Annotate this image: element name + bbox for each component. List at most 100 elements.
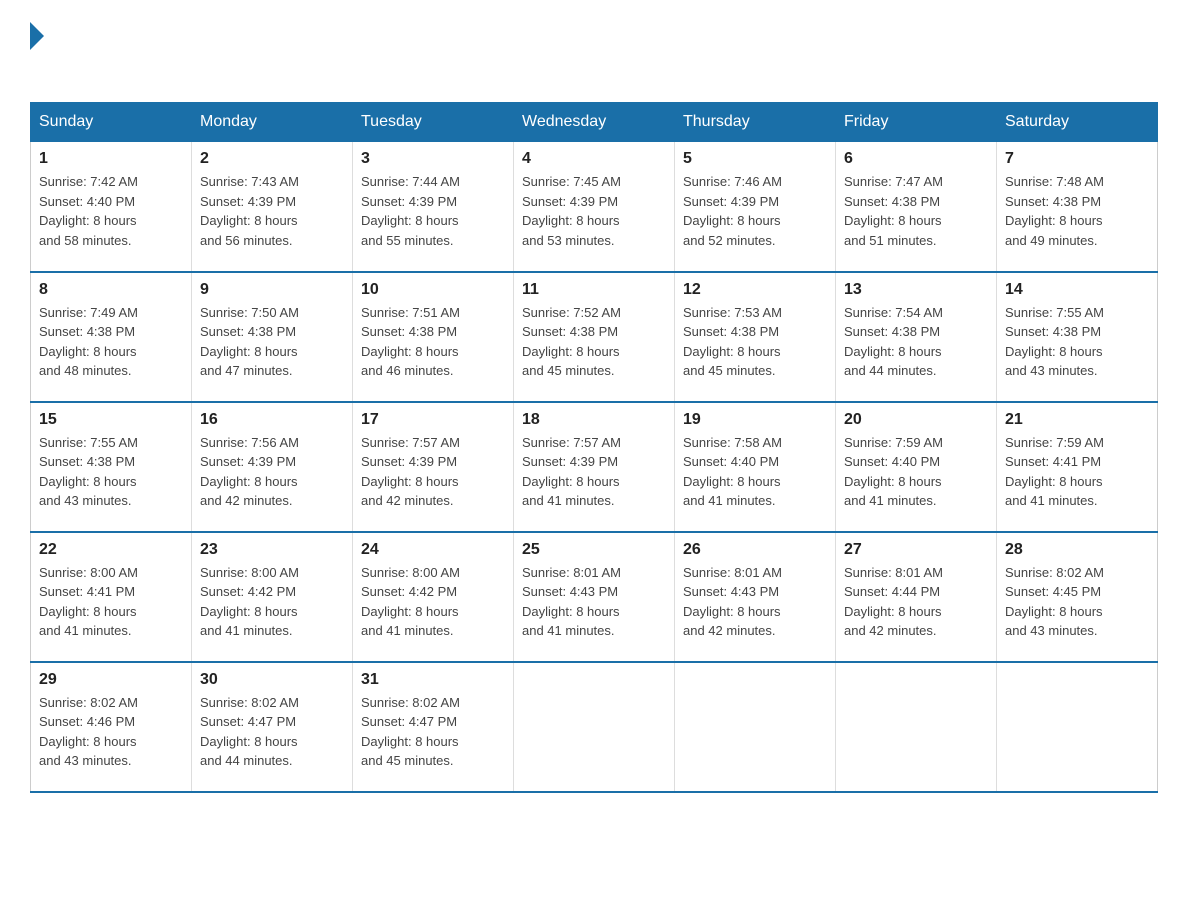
calendar-cell — [675, 662, 836, 792]
calendar-cell: 3 Sunrise: 7:44 AM Sunset: 4:39 PM Dayli… — [353, 142, 514, 272]
day-info: Sunrise: 7:55 AM Sunset: 4:38 PM Dayligh… — [39, 433, 183, 511]
calendar-cell: 14 Sunrise: 7:55 AM Sunset: 4:38 PM Dayl… — [997, 272, 1158, 402]
day-info: Sunrise: 7:53 AM Sunset: 4:38 PM Dayligh… — [683, 303, 827, 381]
calendar-cell: 10 Sunrise: 7:51 AM Sunset: 4:38 PM Dayl… — [353, 272, 514, 402]
calendar-cell: 31 Sunrise: 8:02 AM Sunset: 4:47 PM Dayl… — [353, 662, 514, 792]
day-number: 30 — [200, 671, 344, 689]
calendar-cell: 28 Sunrise: 8:02 AM Sunset: 4:45 PM Dayl… — [997, 532, 1158, 662]
day-info: Sunrise: 8:00 AM Sunset: 4:41 PM Dayligh… — [39, 563, 183, 641]
day-info: Sunrise: 8:00 AM Sunset: 4:42 PM Dayligh… — [200, 563, 344, 641]
calendar-cell: 9 Sunrise: 7:50 AM Sunset: 4:38 PM Dayli… — [192, 272, 353, 402]
day-info: Sunrise: 8:00 AM Sunset: 4:42 PM Dayligh… — [361, 563, 505, 641]
day-info: Sunrise: 7:54 AM Sunset: 4:38 PM Dayligh… — [844, 303, 988, 381]
day-number: 13 — [844, 281, 988, 299]
weekday-header-thursday: Thursday — [675, 103, 836, 142]
day-info: Sunrise: 7:57 AM Sunset: 4:39 PM Dayligh… — [361, 433, 505, 511]
day-number: 22 — [39, 541, 183, 559]
day-number: 12 — [683, 281, 827, 299]
calendar-cell: 1 Sunrise: 7:42 AM Sunset: 4:40 PM Dayli… — [31, 142, 192, 272]
day-number: 17 — [361, 411, 505, 429]
calendar-cell: 8 Sunrise: 7:49 AM Sunset: 4:38 PM Dayli… — [31, 272, 192, 402]
calendar-cell: 23 Sunrise: 8:00 AM Sunset: 4:42 PM Dayl… — [192, 532, 353, 662]
day-info: Sunrise: 7:57 AM Sunset: 4:39 PM Dayligh… — [522, 433, 666, 511]
calendar-week-row: 8 Sunrise: 7:49 AM Sunset: 4:38 PM Dayli… — [31, 272, 1158, 402]
day-number: 10 — [361, 281, 505, 299]
day-number: 28 — [1005, 541, 1149, 559]
calendar-week-row: 22 Sunrise: 8:00 AM Sunset: 4:41 PM Dayl… — [31, 532, 1158, 662]
calendar-cell: 12 Sunrise: 7:53 AM Sunset: 4:38 PM Dayl… — [675, 272, 836, 402]
day-info: Sunrise: 7:50 AM Sunset: 4:38 PM Dayligh… — [200, 303, 344, 381]
calendar-cell: 7 Sunrise: 7:48 AM Sunset: 4:38 PM Dayli… — [997, 142, 1158, 272]
weekday-header-tuesday: Tuesday — [353, 103, 514, 142]
day-info: Sunrise: 8:01 AM Sunset: 4:43 PM Dayligh… — [683, 563, 827, 641]
calendar-cell: 6 Sunrise: 7:47 AM Sunset: 4:38 PM Dayli… — [836, 142, 997, 272]
calendar-cell: 24 Sunrise: 8:00 AM Sunset: 4:42 PM Dayl… — [353, 532, 514, 662]
day-info: Sunrise: 7:59 AM Sunset: 4:40 PM Dayligh… — [844, 433, 988, 511]
day-number: 8 — [39, 281, 183, 299]
day-number: 15 — [39, 411, 183, 429]
calendar-cell: 30 Sunrise: 8:02 AM Sunset: 4:47 PM Dayl… — [192, 662, 353, 792]
calendar-week-row: 1 Sunrise: 7:42 AM Sunset: 4:40 PM Dayli… — [31, 142, 1158, 272]
day-info: Sunrise: 7:49 AM Sunset: 4:38 PM Dayligh… — [39, 303, 183, 381]
day-info: Sunrise: 8:01 AM Sunset: 4:44 PM Dayligh… — [844, 563, 988, 641]
day-number: 2 — [200, 150, 344, 168]
logo — [30, 20, 44, 82]
calendar-cell: 5 Sunrise: 7:46 AM Sunset: 4:39 PM Dayli… — [675, 142, 836, 272]
day-info: Sunrise: 7:58 AM Sunset: 4:40 PM Dayligh… — [683, 433, 827, 511]
day-number: 31 — [361, 671, 505, 689]
day-number: 29 — [39, 671, 183, 689]
day-info: Sunrise: 8:02 AM Sunset: 4:47 PM Dayligh… — [361, 693, 505, 771]
weekday-header-sunday: Sunday — [31, 103, 192, 142]
calendar-cell: 11 Sunrise: 7:52 AM Sunset: 4:38 PM Dayl… — [514, 272, 675, 402]
day-info: Sunrise: 7:48 AM Sunset: 4:38 PM Dayligh… — [1005, 172, 1149, 250]
day-info: Sunrise: 8:02 AM Sunset: 4:46 PM Dayligh… — [39, 693, 183, 771]
day-info: Sunrise: 8:02 AM Sunset: 4:45 PM Dayligh… — [1005, 563, 1149, 641]
day-number: 9 — [200, 281, 344, 299]
day-info: Sunrise: 7:47 AM Sunset: 4:38 PM Dayligh… — [844, 172, 988, 250]
day-info: Sunrise: 7:46 AM Sunset: 4:39 PM Dayligh… — [683, 172, 827, 250]
calendar-cell: 25 Sunrise: 8:01 AM Sunset: 4:43 PM Dayl… — [514, 532, 675, 662]
day-number: 5 — [683, 150, 827, 168]
day-number: 24 — [361, 541, 505, 559]
calendar-table: SundayMondayTuesdayWednesdayThursdayFrid… — [30, 102, 1158, 793]
weekday-header-row: SundayMondayTuesdayWednesdayThursdayFrid… — [31, 103, 1158, 142]
day-info: Sunrise: 7:45 AM Sunset: 4:39 PM Dayligh… — [522, 172, 666, 250]
weekday-header-monday: Monday — [192, 103, 353, 142]
day-info: Sunrise: 8:02 AM Sunset: 4:47 PM Dayligh… — [200, 693, 344, 771]
day-number: 14 — [1005, 281, 1149, 299]
day-number: 16 — [200, 411, 344, 429]
day-number: 19 — [683, 411, 827, 429]
day-info: Sunrise: 7:55 AM Sunset: 4:38 PM Dayligh… — [1005, 303, 1149, 381]
day-number: 18 — [522, 411, 666, 429]
day-number: 27 — [844, 541, 988, 559]
calendar-cell — [836, 662, 997, 792]
day-info: Sunrise: 7:44 AM Sunset: 4:39 PM Dayligh… — [361, 172, 505, 250]
calendar-cell: 18 Sunrise: 7:57 AM Sunset: 4:39 PM Dayl… — [514, 402, 675, 532]
day-info: Sunrise: 7:56 AM Sunset: 4:39 PM Dayligh… — [200, 433, 344, 511]
day-number: 26 — [683, 541, 827, 559]
day-number: 1 — [39, 150, 183, 168]
calendar-cell — [997, 662, 1158, 792]
calendar-cell: 17 Sunrise: 7:57 AM Sunset: 4:39 PM Dayl… — [353, 402, 514, 532]
day-number: 4 — [522, 150, 666, 168]
calendar-cell: 22 Sunrise: 8:00 AM Sunset: 4:41 PM Dayl… — [31, 532, 192, 662]
day-number: 21 — [1005, 411, 1149, 429]
day-number: 25 — [522, 541, 666, 559]
day-info: Sunrise: 8:01 AM Sunset: 4:43 PM Dayligh… — [522, 563, 666, 641]
day-number: 7 — [1005, 150, 1149, 168]
day-info: Sunrise: 7:59 AM Sunset: 4:41 PM Dayligh… — [1005, 433, 1149, 511]
weekday-header-friday: Friday — [836, 103, 997, 142]
calendar-cell: 26 Sunrise: 8:01 AM Sunset: 4:43 PM Dayl… — [675, 532, 836, 662]
weekday-header-wednesday: Wednesday — [514, 103, 675, 142]
calendar-cell — [514, 662, 675, 792]
calendar-cell: 21 Sunrise: 7:59 AM Sunset: 4:41 PM Dayl… — [997, 402, 1158, 532]
calendar-cell: 27 Sunrise: 8:01 AM Sunset: 4:44 PM Dayl… — [836, 532, 997, 662]
logo-arrow-icon — [30, 22, 44, 50]
day-number: 6 — [844, 150, 988, 168]
page-header — [30, 20, 1158, 82]
day-info: Sunrise: 7:42 AM Sunset: 4:40 PM Dayligh… — [39, 172, 183, 250]
calendar-cell: 20 Sunrise: 7:59 AM Sunset: 4:40 PM Dayl… — [836, 402, 997, 532]
calendar-cell: 4 Sunrise: 7:45 AM Sunset: 4:39 PM Dayli… — [514, 142, 675, 272]
day-info: Sunrise: 7:43 AM Sunset: 4:39 PM Dayligh… — [200, 172, 344, 250]
calendar-cell: 13 Sunrise: 7:54 AM Sunset: 4:38 PM Dayl… — [836, 272, 997, 402]
